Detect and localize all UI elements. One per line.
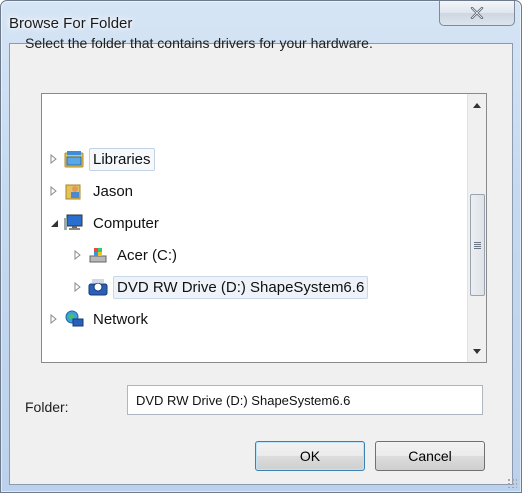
close-button[interactable] <box>439 1 515 26</box>
folder-label: Folder: <box>25 399 69 415</box>
close-icon <box>470 7 484 19</box>
cancel-button[interactable]: Cancel <box>375 441 485 471</box>
computer-icon <box>63 213 85 233</box>
tree-item-label: Computer <box>93 214 159 232</box>
arrow-up-icon <box>473 102 481 108</box>
instruction-text: Select the folder that contains drivers … <box>25 35 373 51</box>
window-title: Browse For Folder <box>9 15 133 32</box>
tree-item-jason[interactable]: Jason <box>48 178 137 204</box>
dvd-drive-icon <box>87 277 109 297</box>
scroll-thumb[interactable] <box>470 194 485 296</box>
hard-drive-icon <box>87 245 109 265</box>
user-folder-icon <box>63 181 85 201</box>
libraries-icon <box>63 149 85 169</box>
scroll-up-button[interactable] <box>468 96 486 114</box>
tree-item-network[interactable]: Network <box>48 306 152 332</box>
expand-arrow-icon[interactable] <box>72 282 84 292</box>
tree-item-libraries[interactable]: Libraries <box>48 146 155 172</box>
tree-item-label: Network <box>93 310 149 328</box>
expand-arrow-icon[interactable] <box>72 250 84 260</box>
tree-item-dvd-drive[interactable]: DVD RW Drive (D:) ShapeSystem6.6 <box>72 274 369 300</box>
expand-arrow-icon[interactable] <box>48 186 60 196</box>
resize-grip-icon[interactable] <box>507 478 517 488</box>
tree-item-label: DVD RW Drive (D:) ShapeSystem6.6 <box>113 275 369 299</box>
tree-item-label: Acer (C:) <box>117 246 177 264</box>
collapse-arrow-icon[interactable] <box>48 219 60 228</box>
network-icon <box>63 309 85 329</box>
tree-item-computer[interactable]: Computer <box>48 210 163 236</box>
tree-item-label: Jason <box>93 182 134 200</box>
expand-arrow-icon[interactable] <box>48 314 60 324</box>
grip-icon <box>474 241 481 249</box>
scroll-down-button[interactable] <box>468 342 486 360</box>
folder-tree[interactable]: Libraries Jason Computer Acer (C:) DVD R… <box>41 93 487 363</box>
expand-arrow-icon[interactable] <box>48 154 60 164</box>
tree-item-acer-c[interactable]: Acer (C:) <box>72 242 181 268</box>
tree-item-label: Libraries <box>89 147 155 171</box>
browse-for-folder-dialog: Browse For Folder Select the folder that… <box>0 0 522 493</box>
folder-field[interactable]: DVD RW Drive (D:) ShapeSystem6.6 <box>127 385 483 415</box>
tree-scrollbar[interactable] <box>467 94 486 362</box>
arrow-down-icon <box>473 348 481 354</box>
ok-button[interactable]: OK <box>255 441 365 471</box>
